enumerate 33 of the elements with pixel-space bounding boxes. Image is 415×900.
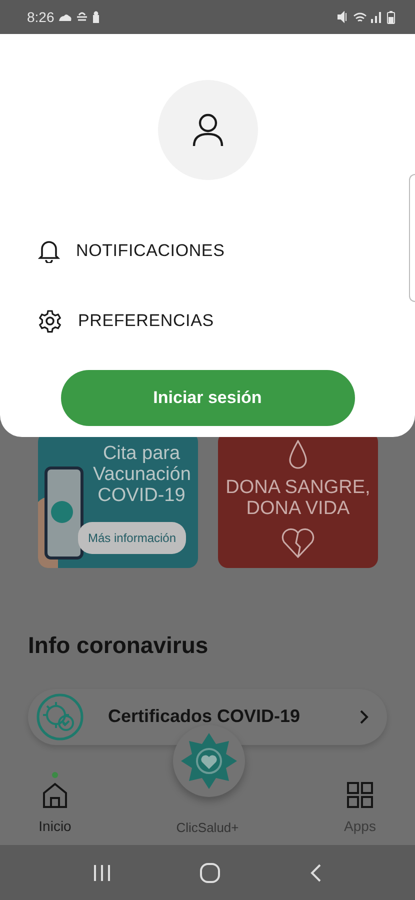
signal-icon xyxy=(371,12,383,22)
edge-handle[interactable] xyxy=(409,174,415,302)
star-heart-icon xyxy=(181,733,237,789)
wifi-icon xyxy=(353,12,367,22)
weather-icon xyxy=(76,12,88,22)
login-button[interactable]: Iniciar sesión xyxy=(60,370,354,426)
virus-certificate-icon xyxy=(36,692,84,740)
certificate-row[interactable]: Certificados COVID-19 xyxy=(28,688,387,744)
apps-icon xyxy=(347,782,373,808)
banner-title: Cita para Vacunación COVID-19 xyxy=(93,444,190,507)
chevron-right-icon xyxy=(360,710,369,724)
drop-icon xyxy=(288,440,308,470)
cloud-icon xyxy=(58,13,72,21)
home-icon xyxy=(42,782,68,808)
settings-icon xyxy=(38,309,62,333)
active-indicator xyxy=(52,772,58,778)
recent-apps-icon[interactable] xyxy=(92,864,111,880)
nav-tab[interactable]: Inicio xyxy=(0,772,110,845)
nav-tab[interactable]: ClicSalud+ xyxy=(152,808,262,845)
mute-icon xyxy=(337,11,349,23)
banner-title: DONA SANGRE, DONA VIDA xyxy=(224,478,372,520)
notification-icon xyxy=(92,11,100,23)
menu-item[interactable]: NOTIFICACIONES xyxy=(0,216,415,286)
back-icon[interactable] xyxy=(310,864,322,882)
menu-item[interactable]: PREFERENCIAS xyxy=(0,286,415,356)
status-time: 8:26 xyxy=(27,8,54,26)
user-icon xyxy=(192,113,224,147)
home-button-icon[interactable] xyxy=(200,862,220,882)
more-info-button[interactable]: Más información xyxy=(78,522,186,554)
battery-icon xyxy=(387,10,395,24)
bell-icon xyxy=(38,239,60,263)
section-title: Info coronavirus xyxy=(28,631,210,660)
heart-icon xyxy=(281,528,315,558)
